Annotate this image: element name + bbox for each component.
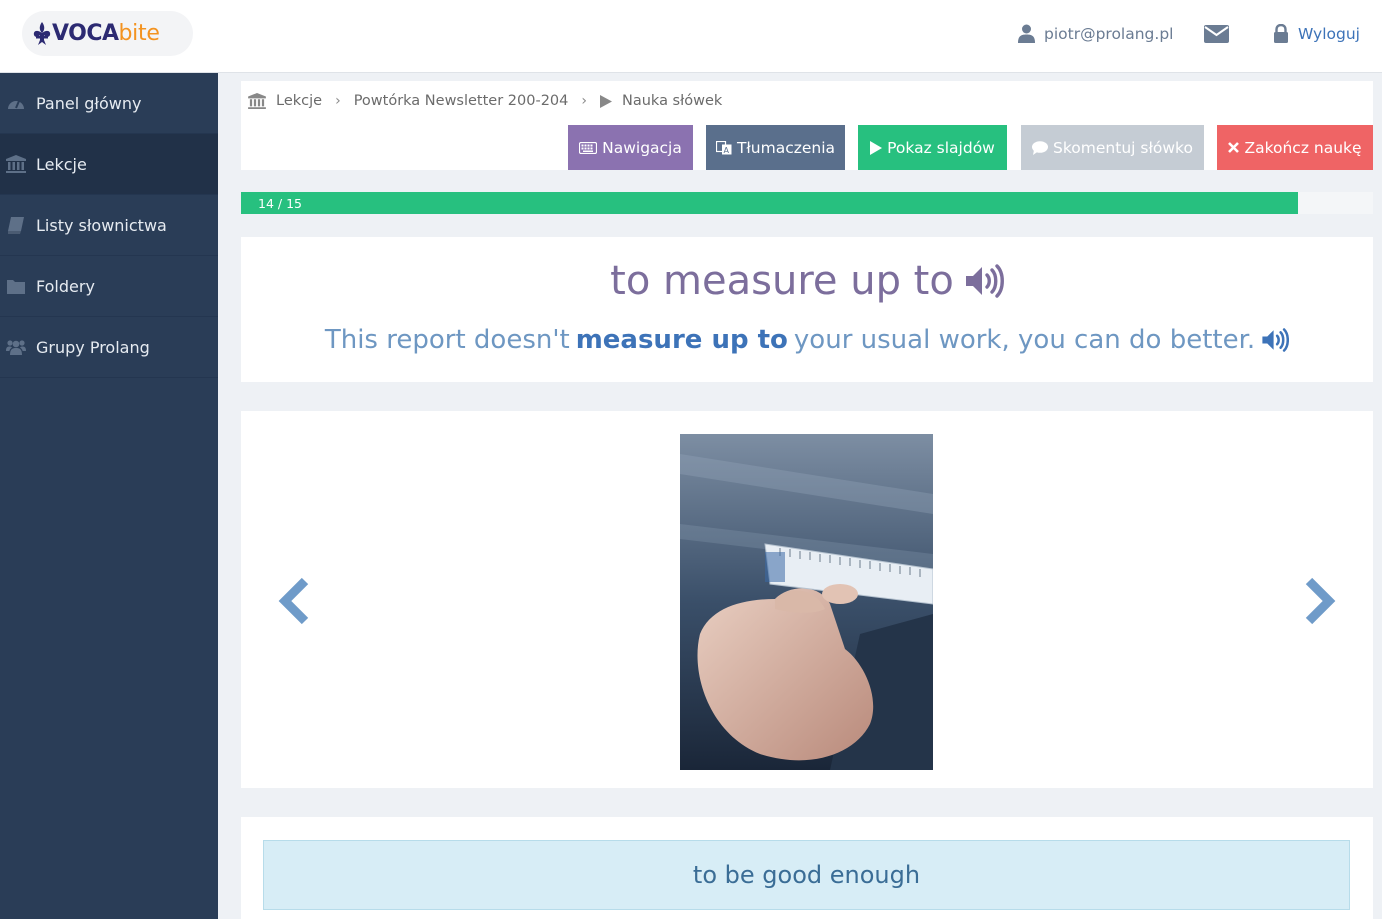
- word-illustration: [680, 434, 933, 770]
- comment-word-label: Skomentuj słówko: [1053, 138, 1193, 157]
- sidebar-item-label: Grupy Prolang: [36, 337, 150, 357]
- sidebar: Panel główny Lekcje Listy słownictwa Fol…: [0, 73, 218, 919]
- sidebar-item-label: Lekcje: [36, 154, 87, 174]
- sidebar-item-label: Panel główny: [36, 93, 142, 113]
- translations-label: Tłumaczenia: [736, 138, 836, 157]
- speaker-icon[interactable]: [964, 264, 1004, 298]
- close-icon: [1228, 142, 1240, 153]
- breadcrumb: Lekcje › Powtórka Newsletter 200-204 › N…: [248, 93, 722, 109]
- previous-arrow-icon[interactable]: [275, 577, 311, 629]
- logout-link[interactable]: Wyloguj: [1273, 24, 1360, 43]
- progress-label: 14 / 15: [258, 196, 302, 211]
- messages-link[interactable]: [1204, 24, 1229, 48]
- sidebar-item-dashboard[interactable]: Panel główny: [0, 73, 218, 134]
- logout-label: Wyloguj: [1298, 24, 1360, 43]
- chevron-right-icon: ›: [581, 93, 587, 109]
- breadcrumb-lesson[interactable]: Powtórka Newsletter 200-204: [354, 93, 569, 109]
- keyboard-icon: [579, 141, 598, 154]
- progress-bar: 14 / 15: [241, 192, 1373, 214]
- top-bar: VOCA bite piotr@prolang.pl Wyloguj: [0, 0, 1382, 73]
- dashboard-icon: [6, 95, 26, 111]
- translate-icon: A: [715, 140, 732, 155]
- meaning-box: to be good enough: [263, 840, 1350, 910]
- sidebar-item-vocab-lists[interactable]: Listy słownictwa: [0, 195, 218, 256]
- navigation-label: Nawigacja: [602, 138, 682, 157]
- end-lesson-button[interactable]: Zakończ naukę: [1217, 125, 1373, 170]
- comment-word-button[interactable]: Skomentuj słówko: [1021, 125, 1204, 170]
- word-heading: to measure up to: [241, 258, 1373, 304]
- sidebar-item-folders[interactable]: Foldery: [0, 256, 218, 317]
- example-sentence: This report doesn't measure up to your u…: [241, 325, 1373, 355]
- users-icon: [6, 339, 26, 355]
- fleur-de-lis-icon: [33, 21, 51, 45]
- sentence-before: This report doesn't: [324, 325, 570, 355]
- speaker-icon[interactable]: [1261, 328, 1290, 352]
- translations-button[interactable]: A Tłumaczenia: [706, 125, 845, 170]
- sentence-highlight: measure up to: [575, 325, 788, 355]
- slideshow-label: Pokaz slajdów: [887, 138, 995, 157]
- meaning-text: to be good enough: [692, 861, 921, 889]
- bank-icon: [6, 155, 26, 173]
- vocabite-logo[interactable]: VOCA bite: [22, 11, 193, 56]
- bank-icon: [248, 93, 266, 109]
- book-icon: [6, 216, 26, 234]
- breadcrumb-lessons[interactable]: Lekcje: [276, 93, 322, 109]
- play-icon: [600, 94, 612, 108]
- comment-icon: [1032, 140, 1049, 155]
- logo-voca-text: VOCA: [52, 21, 119, 46]
- navigation-button[interactable]: Nawigacja: [568, 125, 693, 170]
- sentence-after: your usual work, you can do better.: [793, 325, 1256, 355]
- word-text: to measure up to: [610, 258, 954, 304]
- user-account-link[interactable]: piotr@prolang.pl: [1018, 24, 1173, 43]
- next-arrow-icon[interactable]: [1303, 577, 1339, 629]
- envelope-icon: [1204, 25, 1229, 43]
- sidebar-item-label: Foldery: [36, 276, 95, 296]
- user-email: piotr@prolang.pl: [1044, 24, 1174, 43]
- progress-fill: [241, 192, 1298, 214]
- sidebar-item-groups[interactable]: Grupy Prolang: [0, 317, 218, 378]
- play-icon: [870, 140, 883, 155]
- chevron-right-icon: ›: [335, 93, 341, 109]
- slideshow-button[interactable]: Pokaz slajdów: [858, 125, 1007, 170]
- breadcrumb-current: Nauka słówek: [622, 93, 723, 109]
- folder-icon: [6, 279, 26, 294]
- end-lesson-label: Zakończ naukę: [1244, 138, 1362, 157]
- logo-bite-text: bite: [118, 21, 160, 46]
- sidebar-item-label: Listy słownictwa: [36, 215, 167, 235]
- user-icon: [1018, 24, 1035, 43]
- sidebar-item-lessons[interactable]: Lekcje: [0, 134, 218, 195]
- lock-icon: [1274, 24, 1288, 43]
- svg-text:A: A: [723, 146, 729, 155]
